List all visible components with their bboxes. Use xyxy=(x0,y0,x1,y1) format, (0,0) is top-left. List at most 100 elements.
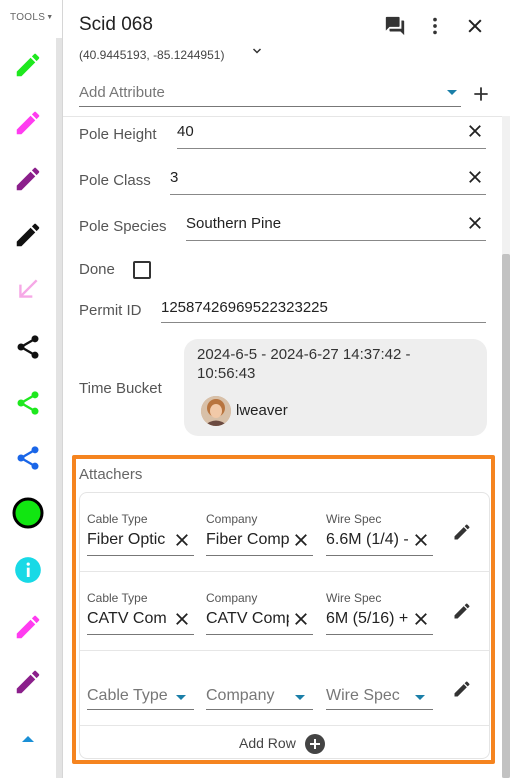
wire-spec-field[interactable]: 6.6M (1/4) - 0.25 xyxy=(326,531,409,549)
cable-type-underline xyxy=(87,634,194,635)
time-bucket-label: Time Bucket xyxy=(79,380,162,397)
wire-spec-field[interactable]: 6M (5/16) + 0.3 xyxy=(326,610,409,628)
pencil-icon[interactable] xyxy=(10,665,46,699)
clear-pole-class-button[interactable] xyxy=(466,168,484,186)
clear-wire-spec-button[interactable] xyxy=(412,610,430,628)
chevron-down-icon[interactable] xyxy=(251,45,263,60)
share-icon[interactable] xyxy=(10,386,46,420)
pencil-icon[interactable] xyxy=(10,610,46,644)
attribute-panel: Scid 068 (40.9445193, -85.1244951) Add A… xyxy=(63,0,510,778)
cable-type-select[interactable]: Cable Type xyxy=(87,687,168,705)
clear-wire-spec-button[interactable] xyxy=(412,531,430,549)
clear-pole-species-button[interactable] xyxy=(466,214,484,232)
edit-row-button[interactable] xyxy=(452,679,472,699)
pole-class-underline xyxy=(170,194,486,195)
wire-spec-underline xyxy=(326,709,433,710)
page-title: Scid 068 xyxy=(79,14,153,35)
clear-company-button[interactable] xyxy=(292,610,310,628)
pencil-icon[interactable] xyxy=(10,106,46,140)
pencil-icon xyxy=(454,524,470,540)
company-underline xyxy=(206,634,313,635)
done-label: Done xyxy=(79,261,115,278)
tools-menu[interactable]: TOOLS▼ xyxy=(10,12,53,23)
close-icon xyxy=(469,171,481,183)
close-icon xyxy=(415,613,427,625)
dropdown-arrow-icon xyxy=(447,90,457,95)
cable-type-label: Cable Type xyxy=(87,512,148,526)
close-icon xyxy=(469,125,481,137)
row-divider xyxy=(80,571,489,572)
close-icon xyxy=(468,19,482,33)
wire-spec-label: Wire Spec xyxy=(326,591,382,605)
permit-id-label: Permit ID xyxy=(79,302,142,319)
tools-rail: TOOLS▼ xyxy=(0,0,56,778)
close-icon xyxy=(176,613,188,625)
time-bucket-text: 2024-6-5 - 2024-6-27 14:37:42 - 10:56:43 xyxy=(197,346,411,382)
share-icon[interactable] xyxy=(10,330,46,364)
row-divider xyxy=(80,650,489,651)
comment-icon xyxy=(385,16,405,36)
add-attribute-button[interactable] xyxy=(471,84,495,108)
pencil-icon xyxy=(454,681,470,697)
pencil-icon[interactable] xyxy=(10,162,46,196)
circle-icon[interactable] xyxy=(10,496,46,530)
more-options-button[interactable] xyxy=(423,14,447,38)
cable-type-label: Cable Type xyxy=(87,591,148,605)
cable-type-field[interactable]: Fiber Optic Cable xyxy=(87,531,170,549)
company-label: Company xyxy=(206,512,258,526)
pole-species-field[interactable]: Southern Pine xyxy=(186,215,281,232)
wire-spec-underline xyxy=(326,634,433,635)
company-underline xyxy=(206,555,313,556)
attachers-title: Attachers xyxy=(79,466,143,483)
user-name: lweaver xyxy=(236,402,288,419)
clear-pole-height-button[interactable] xyxy=(466,122,484,140)
cable-type-underline xyxy=(87,555,194,556)
wire-spec-select[interactable]: Wire Spec xyxy=(326,687,400,705)
close-icon xyxy=(415,534,427,546)
close-icon xyxy=(295,613,307,625)
caret-up-icon[interactable] xyxy=(10,722,46,756)
wire-spec-label: Wire Spec xyxy=(326,512,382,526)
arrow-down-left-icon[interactable] xyxy=(10,272,46,306)
close-button[interactable] xyxy=(463,14,487,38)
cable-type-field[interactable]: CATV Com xyxy=(87,610,170,628)
time-bucket-value[interactable]: 2024-6-5 - 2024-6-27 14:37:42 - 10:56:43… xyxy=(184,339,487,436)
add-attribute-select[interactable]: Add Attribute xyxy=(79,78,461,107)
company-field[interactable]: Fiber Company xyxy=(206,531,289,549)
coordinates-text: (40.9445193, -85.1244951) xyxy=(79,48,225,62)
edit-row-button[interactable] xyxy=(452,522,472,542)
add-circle-icon[interactable] xyxy=(305,734,325,754)
permit-id-field[interactable]: 12587426969522323225 xyxy=(161,299,328,316)
pole-height-field[interactable]: 40 xyxy=(177,123,194,140)
plus-icon xyxy=(474,87,488,101)
cable-type-underline xyxy=(87,709,194,710)
info-icon[interactable] xyxy=(10,553,46,587)
close-icon xyxy=(176,534,188,546)
header-divider xyxy=(63,116,510,117)
close-icon xyxy=(469,217,481,229)
pole-class-field[interactable]: 3 xyxy=(170,169,178,186)
edit-row-button[interactable] xyxy=(452,601,472,621)
attachers-table: Cable Type Fiber Optic Cable Company Fib… xyxy=(79,492,490,759)
company-select[interactable]: Company xyxy=(206,687,274,705)
wire-spec-underline xyxy=(326,555,433,556)
company-field[interactable]: CATV Company xyxy=(206,610,289,628)
clear-cable-type-button[interactable] xyxy=(173,531,191,549)
caret-down-icon: ▼ xyxy=(46,14,54,21)
share-icon[interactable] xyxy=(10,441,46,475)
clear-company-button[interactable] xyxy=(292,531,310,549)
panel-scroll-thumb[interactable] xyxy=(502,254,510,778)
done-checkbox[interactable] xyxy=(133,261,151,279)
coordinates: (40.9445193, -85.1244951) xyxy=(79,48,262,62)
more-vertical-icon xyxy=(433,17,437,35)
clear-cable-type-button[interactable] xyxy=(173,610,191,628)
pencil-icon[interactable] xyxy=(10,218,46,252)
close-icon xyxy=(295,534,307,546)
pencil-icon xyxy=(454,603,470,619)
comments-button[interactable] xyxy=(383,14,407,38)
company-underline xyxy=(206,709,313,710)
pole-class-label: Pole Class xyxy=(79,172,151,189)
company-label: Company xyxy=(206,591,258,605)
add-row-button[interactable]: Add Row xyxy=(239,735,296,751)
pencil-icon[interactable] xyxy=(10,48,46,82)
